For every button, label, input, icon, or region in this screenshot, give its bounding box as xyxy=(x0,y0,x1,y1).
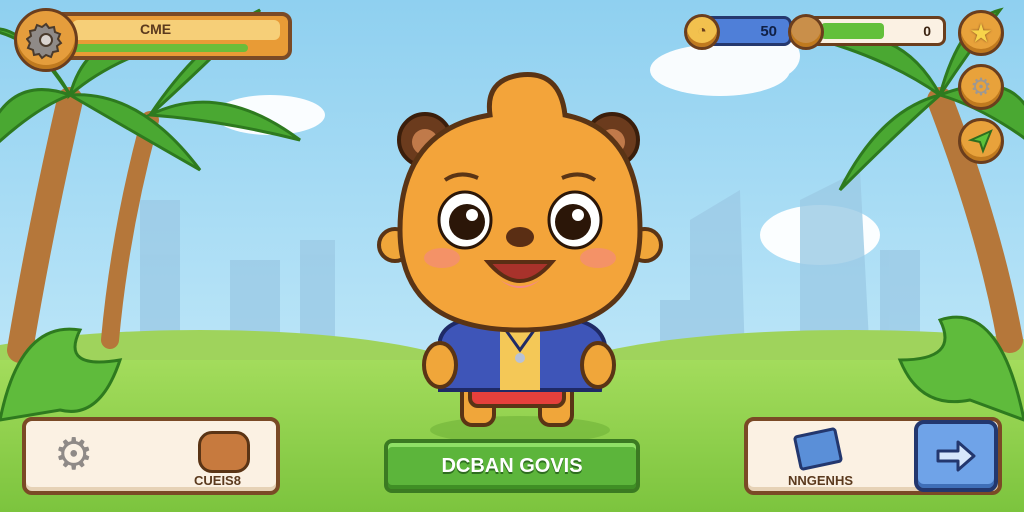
coin-icon: ◔ xyxy=(684,14,720,50)
energy-value: 0 xyxy=(923,23,931,39)
next-button[interactable] xyxy=(914,420,998,492)
settings-button[interactable] xyxy=(14,8,78,72)
coin-count: 50 xyxy=(760,23,777,40)
gear-icon xyxy=(26,22,63,60)
options-button[interactable]: ⚙ xyxy=(958,64,1004,110)
star-icon: ★ xyxy=(969,17,993,48)
game-title: CME xyxy=(140,21,172,37)
paper-plane-icon xyxy=(968,129,993,154)
pet-icon xyxy=(198,431,250,473)
send-button[interactable] xyxy=(958,118,1004,164)
main-action-button[interactable]: DCBAN GOVIS xyxy=(384,439,640,493)
gear-icon: ⚙ xyxy=(54,430,94,479)
ticket-icon xyxy=(792,426,844,472)
character-panel-label: CUEIS8 xyxy=(194,473,241,488)
energy-bar-fill xyxy=(821,23,884,39)
settings-panel-label: NNGENHS xyxy=(788,473,854,488)
title-plate-inner xyxy=(72,20,280,40)
arrow-right-icon xyxy=(936,440,976,472)
gear-icon: ⚙ xyxy=(970,73,992,101)
star-button[interactable]: ★ xyxy=(958,10,1004,56)
title-progress-bar xyxy=(72,44,248,52)
main-action-label: DCBAN GOVIS xyxy=(441,454,583,477)
character-panel[interactable]: ⚙ CUEIS8 xyxy=(22,417,280,495)
energy-icon xyxy=(788,14,824,50)
